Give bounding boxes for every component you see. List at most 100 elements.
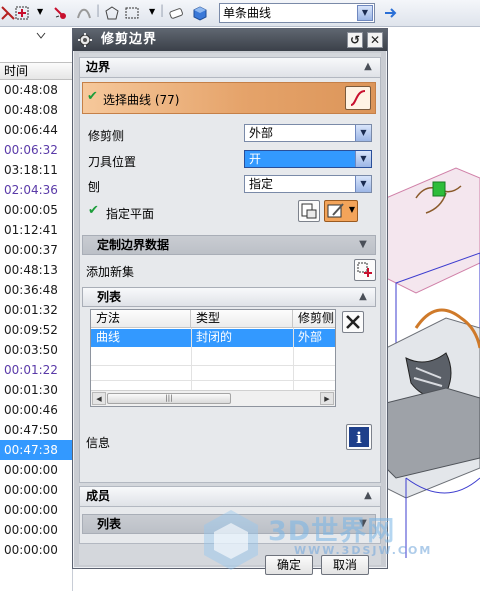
plane-edit-button[interactable]: ▼ xyxy=(324,200,358,222)
trim-boundary-dialog: 修剪边界 ↺ ✕ 边界 ▲ ✔ 选择曲线 (77) 修剪侧 外部 ▼ 刀具位置 xyxy=(72,28,388,575)
scroll-right-icon[interactable]: ▶ xyxy=(320,392,334,405)
column-header-method[interactable]: 方法 xyxy=(91,310,191,328)
curve-tool-icon[interactable] xyxy=(76,5,92,21)
list-item[interactable]: 00:06:32 xyxy=(0,140,73,160)
remove-item-button[interactable] xyxy=(342,311,364,333)
trim-side-select[interactable]: 外部 ▼ xyxy=(244,124,372,142)
check-icon: ✔ xyxy=(87,89,98,104)
part-model xyxy=(386,167,480,558)
table-cell[interactable]: 曲线 xyxy=(91,329,191,347)
plane-select[interactable]: 指定 ▼ xyxy=(244,175,372,193)
list-group-header[interactable]: 列表 ▲ xyxy=(82,287,376,307)
list-item[interactable]: 00:03:50 xyxy=(0,340,73,360)
list-item[interactable]: 00:00:00 xyxy=(0,520,73,540)
list-item[interactable]: 00:48:13 xyxy=(0,260,73,280)
info-button[interactable]: i xyxy=(346,424,372,450)
list-item[interactable]: 00:01:30 xyxy=(0,380,73,400)
edit-plane-icon xyxy=(327,203,344,218)
list-item[interactable]: 00:00:46 xyxy=(0,400,73,420)
trim-side-value: 外部 xyxy=(249,126,274,140)
table-cell[interactable]: 外部 xyxy=(293,329,335,347)
table-cell[interactable]: 封闭的 xyxy=(191,329,293,347)
reset-icon[interactable]: ↺ xyxy=(347,32,363,48)
info-label: 信息 xyxy=(86,436,111,450)
list-item[interactable]: 00:00:37 xyxy=(0,240,73,260)
plane-dialog-button[interactable] xyxy=(298,200,320,222)
solid-cube-icon[interactable] xyxy=(192,5,208,21)
list-item[interactable]: 03:18:11 xyxy=(0,160,73,180)
arrow-right-icon[interactable] xyxy=(382,5,398,21)
list-item[interactable]: 00:09:52 xyxy=(0,320,73,340)
watermark-text: 3D世界网 xyxy=(268,516,396,547)
list-item[interactable]: 00:01:22 xyxy=(0,360,73,380)
graphics-viewport[interactable] xyxy=(386,28,480,591)
specify-plane-label: 指定平面 xyxy=(106,207,155,221)
toolbar-separator: | xyxy=(160,3,165,17)
list-item[interactable]: 00:48:08 xyxy=(0,80,73,100)
dialog-titlebar[interactable]: 修剪边界 ↺ ✕ xyxy=(73,29,387,51)
select-curve-row[interactable]: ✔ 选择曲线 (77) xyxy=(82,82,376,114)
chevron-up-icon[interactable]: ▲ xyxy=(356,290,370,304)
column-header-trim-side[interactable]: 修剪侧 xyxy=(293,310,335,328)
select-curve-label: 选择曲线 (77) xyxy=(103,93,180,107)
list-item[interactable]: 01:12:41 xyxy=(0,220,73,240)
custom-boundary-data-header[interactable]: 定制边界数据 ▼ xyxy=(82,235,376,255)
curve-rule-select[interactable]: 单条曲线 ▼ xyxy=(219,3,375,23)
list-item[interactable]: 00:06:44 xyxy=(0,120,73,140)
horizontal-scrollbar[interactable]: ◀ ||| ▶ xyxy=(91,390,335,406)
chevron-down-icon[interactable]: ▼ xyxy=(357,5,373,21)
cancel-button[interactable]: 取消 xyxy=(321,555,369,575)
column-header-type[interactable]: 类型 xyxy=(191,310,293,328)
dialog-body: 边界 ▲ ✔ 选择曲线 (77) 修剪侧 外部 ▼ 刀具位置 开 ▼ 刨 指定 … xyxy=(79,53,381,575)
list-item[interactable]: 00:00:00 xyxy=(0,460,73,480)
chevron-down-icon[interactable]: ▼ xyxy=(356,238,370,252)
list-item-selected[interactable]: 00:47:38 xyxy=(0,440,73,460)
boundary-group-header[interactable]: 边界 ▲ xyxy=(80,58,380,78)
tool-position-value: 开 xyxy=(249,152,262,166)
select-box-icon[interactable] xyxy=(124,5,140,21)
members-group-header[interactable]: 成员 ▲ xyxy=(80,487,380,507)
tool-position-select[interactable]: 开 ▼ xyxy=(244,150,372,168)
list-item[interactable]: 00:36:48 xyxy=(0,280,73,300)
add-new-set-button[interactable] xyxy=(354,259,376,281)
point-icon[interactable] xyxy=(14,5,30,21)
scrollbar-thumb[interactable]: ||| xyxy=(107,393,231,404)
chevron-down-icon[interactable]: ▼ xyxy=(355,151,371,167)
dropdown-arrow-icon[interactable]: ▼ xyxy=(37,7,43,16)
watermark-logo xyxy=(204,510,258,570)
chevron-down-icon[interactable]: ▼ xyxy=(349,205,355,214)
eraser-icon[interactable] xyxy=(168,5,184,21)
list-item[interactable]: 00:00:00 xyxy=(0,500,73,520)
list-item[interactable]: 00:00:00 xyxy=(0,540,73,560)
toolbar-separator: | xyxy=(96,3,101,17)
chevron-down-icon[interactable]: ▼ xyxy=(355,176,371,192)
ok-button[interactable]: 确定 xyxy=(265,555,313,575)
plane-value: 指定 xyxy=(249,177,274,191)
chevron-down-icon[interactable]: ▼ xyxy=(355,125,371,141)
list-item[interactable]: 00:00:05 xyxy=(0,200,73,220)
curve-select-button[interactable] xyxy=(345,86,371,110)
chevron-up-icon[interactable]: ▲ xyxy=(361,489,375,503)
transform-icon[interactable] xyxy=(52,5,68,21)
collapse-arrow-icon[interactable] xyxy=(36,32,46,40)
list-item[interactable]: 00:47:50 xyxy=(0,420,73,440)
list-item[interactable]: 00:48:08 xyxy=(0,100,73,120)
boundary-group: 边界 ▲ ✔ 选择曲线 (77) 修剪侧 外部 ▼ 刀具位置 开 ▼ 刨 指定 … xyxy=(79,57,381,483)
time-column-header[interactable]: 时间 xyxy=(0,62,73,80)
close-icon[interactable]: ✕ xyxy=(367,32,383,48)
operation-time-list: 时间 00:48:08 00:48:08 00:06:44 00:06:32 0… xyxy=(0,28,73,591)
plane-label: 刨 xyxy=(88,180,101,194)
grid-line xyxy=(91,380,335,381)
list-item[interactable]: 00:01:32 xyxy=(0,300,73,320)
select-dropdown-arrow-icon[interactable]: ▼ xyxy=(149,7,155,16)
watermark-url: WWW.3DSJW.COM xyxy=(294,544,433,557)
boundary-group-title: 边界 xyxy=(86,60,111,74)
add-new-set-label: 添加新集 xyxy=(86,265,135,279)
tool-position-label: 刀具位置 xyxy=(88,155,137,169)
list-item[interactable]: 02:04:36 xyxy=(0,180,73,200)
list-item[interactable]: 00:00:00 xyxy=(0,480,73,500)
members-group-title: 成员 xyxy=(86,489,111,503)
polygon-icon[interactable] xyxy=(104,5,120,21)
scroll-left-icon[interactable]: ◀ xyxy=(92,392,106,405)
chevron-up-icon[interactable]: ▲ xyxy=(361,60,375,74)
